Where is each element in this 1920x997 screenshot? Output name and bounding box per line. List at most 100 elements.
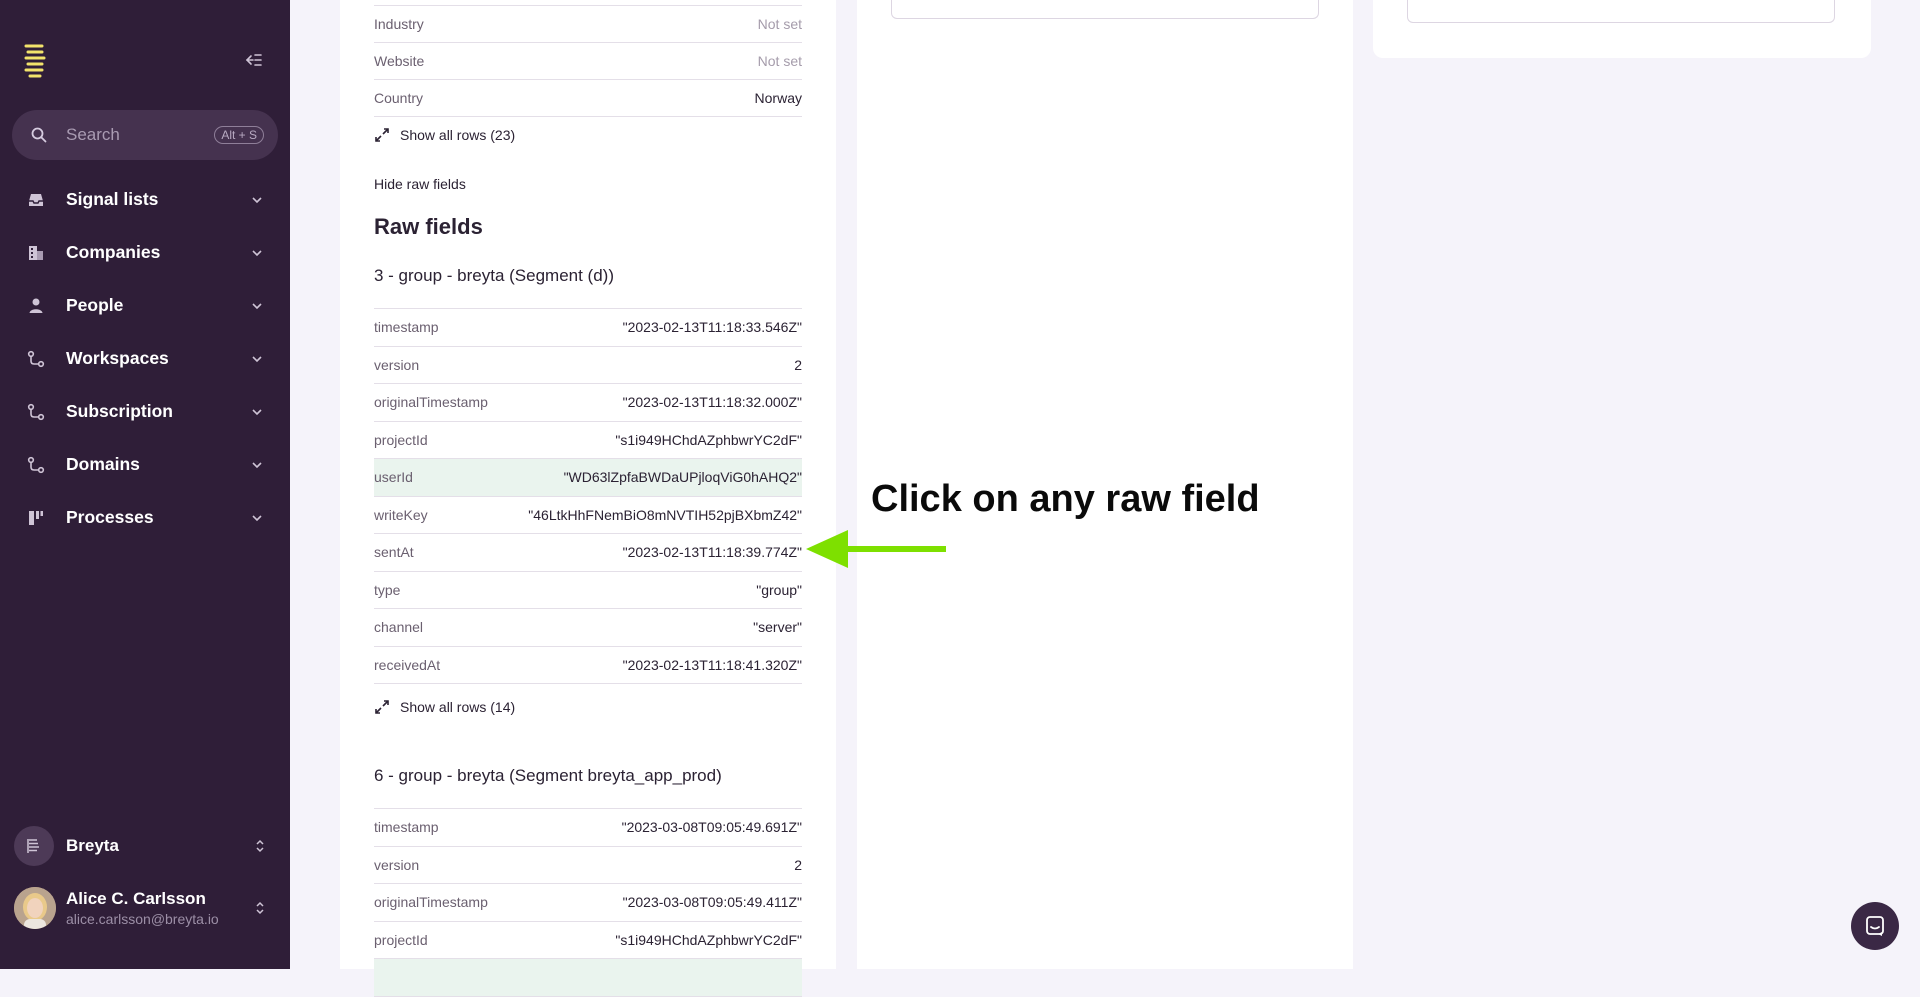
field-key: projectId [374,931,428,948]
section-title: Raw fields [374,214,483,239]
workspace-avatar [14,826,54,866]
table-row[interactable]: Website Not set [374,43,802,80]
field-value: "group" [756,581,802,598]
field-value: 2 [794,356,802,373]
chevron-down-icon [252,514,262,521]
field-key: version [374,356,420,373]
search-input[interactable] [64,124,208,146]
field-key: receivedAt [374,656,441,673]
raw-fields-table: timestamp "2023-02-13T11:18:33.546Z" vers… [374,308,802,730]
field-value: Not set [757,53,802,69]
table-row[interactable]: projectId "s1i949HChdAZphbwrYC2dF" [374,422,802,459]
field-value: "WD63lZpfaBWDaUPjloqViG0hAHQ2" [563,469,802,486]
field-key: projectId [374,431,428,448]
workspace-name: Breyta [66,836,119,855]
chevron-down-icon [252,461,262,468]
annotation-text: Click on any raw field [871,478,1260,520]
field-key: originalTimestamp [374,394,488,411]
field-key: userId [374,469,413,486]
right-column-card [1373,0,1871,58]
raw-group-title: 3 - group - breyta (Segment (d)) [374,266,614,285]
workflow-icon [27,403,45,420]
show-all-label: Show all rows (23) [400,127,516,143]
chevron-down-icon [252,302,262,309]
table-row[interactable]: originalTimestamp "2023-03-08T09:05:49.41… [374,884,802,922]
table-row[interactable]: channel "server" [374,609,802,647]
table-row[interactable]: version 2 [374,347,802,384]
chevron-up-down-icon [256,901,264,915]
company-fields-table: Industry Not set Website Not set Country… [374,5,802,153]
building-icon [29,245,43,260]
arrow-left-icon [806,530,946,568]
sidebar-item-domains[interactable]: Domains [0,438,290,491]
field-value: "2023-03-08T09:05:49.691Z" [621,819,802,836]
person-icon [29,298,43,313]
search-box[interactable]: Alt + S [12,110,278,160]
field-key: Country [374,90,424,106]
field-value: "2023-02-13T11:18:41.320Z" [622,656,802,673]
avatar [14,887,56,929]
table-row[interactable]: originalTimestamp "2023-02-13T11:18:32.00… [374,384,802,422]
card-box [891,0,1319,19]
sidebar-item-label: Workspaces [66,348,169,368]
expand-icon [375,700,389,714]
sidebar-item-label: Companies [66,242,161,262]
table-row[interactable]: type "group" [374,572,802,609]
field-value: Norway [754,90,802,106]
hide-raw-fields-button[interactable]: Hide raw fields [374,176,466,192]
field-value: Not set [757,16,802,32]
table-row[interactable]: receivedAt "2023-02-13T11:18:41.320Z" [374,647,802,684]
breyta-logo-icon[interactable] [22,42,48,78]
field-value: "s1i949HChdAZphbwrYC2dF" [615,931,802,948]
search-shortcut-badge: Alt + S [214,126,264,144]
sidebar-item-processes[interactable]: Processes [0,491,290,544]
sidebar-item-people[interactable]: People [0,279,290,332]
raw-group-title: 6 - group - breyta (Segment breyta_app_p… [374,766,722,785]
sidebar-item-label: Signal lists [66,189,159,209]
sidebar-item-subscription[interactable]: Subscription [0,385,290,438]
table-row[interactable]: Country Norway [374,80,802,117]
field-key: timestamp [374,819,439,836]
table-row[interactable]: writeKey "46LtkHhFNemBiO8mNVTIH52pjBXbmZ4… [374,497,802,534]
chevron-down-icon [252,196,262,203]
details-column: Industry Not set Website Not set Country… [340,0,836,997]
field-value: "2023-02-13T11:18:32.000Z" [622,394,802,411]
raw-fields-table: timestamp "2023-03-08T09:05:49.691Z" vers… [374,808,802,997]
table-row-highlighted[interactable] [374,959,802,997]
field-value: "server" [753,619,802,636]
sidebar-item-label: People [66,295,124,315]
sidebar-item-companies[interactable]: Companies [0,226,290,279]
chevron-down-icon [252,408,262,415]
show-all-rows-button[interactable]: Show all rows (14) [374,684,802,730]
field-value: "46LtkHhFNemBiO8mNVTIH52pjBXbmZ42" [528,506,802,523]
workspace-switcher[interactable]: Breyta [14,825,276,867]
table-row[interactable]: timestamp "2023-02-13T11:18:33.546Z" [374,308,802,347]
table-row[interactable]: projectId "s1i949HChdAZphbwrYC2dF" [374,922,802,959]
sidebar-nav: Signal lists Companies People Workspaces… [0,173,290,544]
field-key: type [374,581,401,598]
workflow-icon [27,350,45,367]
table-row[interactable]: sentAt "2023-02-13T11:18:39.774Z" [374,534,802,572]
table-row[interactable]: Industry Not set [374,5,802,43]
table-row-highlighted[interactable]: userId "WD63lZpfaBWDaUPjloqViG0hAHQ2" [374,459,802,497]
field-key: Website [374,53,425,69]
chevron-up-down-icon [256,839,264,853]
field-value: "2023-02-13T11:18:33.546Z" [622,319,802,336]
field-value: 2 [794,856,802,873]
sidebar-item-signal-lists[interactable]: Signal lists [0,173,290,226]
table-row[interactable]: version 2 [374,847,802,884]
sidebar-item-label: Processes [66,507,154,527]
sidebar-item-workspaces[interactable]: Workspaces [0,332,290,385]
card-box [1407,0,1835,23]
chat-icon [1866,916,1884,936]
chat-support-button[interactable] [1851,902,1899,950]
field-value: "2023-02-13T11:18:39.774Z" [622,544,802,561]
user-name: Alice C. Carlsson [66,889,206,908]
show-all-rows-button[interactable]: Show all rows (23) [374,117,802,153]
show-all-label: Show all rows (14) [400,699,516,715]
user-menu[interactable]: Alice C. Carlsson alice.carlsson@breyta.… [14,886,276,930]
field-value: "2023-03-08T09:05:49.411Z" [622,894,802,911]
sidebar: Alt + S Signal lists Companies People Wo… [0,0,290,969]
collapse-sidebar-icon[interactable] [244,50,264,70]
table-row[interactable]: timestamp "2023-03-08T09:05:49.691Z" [374,808,802,847]
